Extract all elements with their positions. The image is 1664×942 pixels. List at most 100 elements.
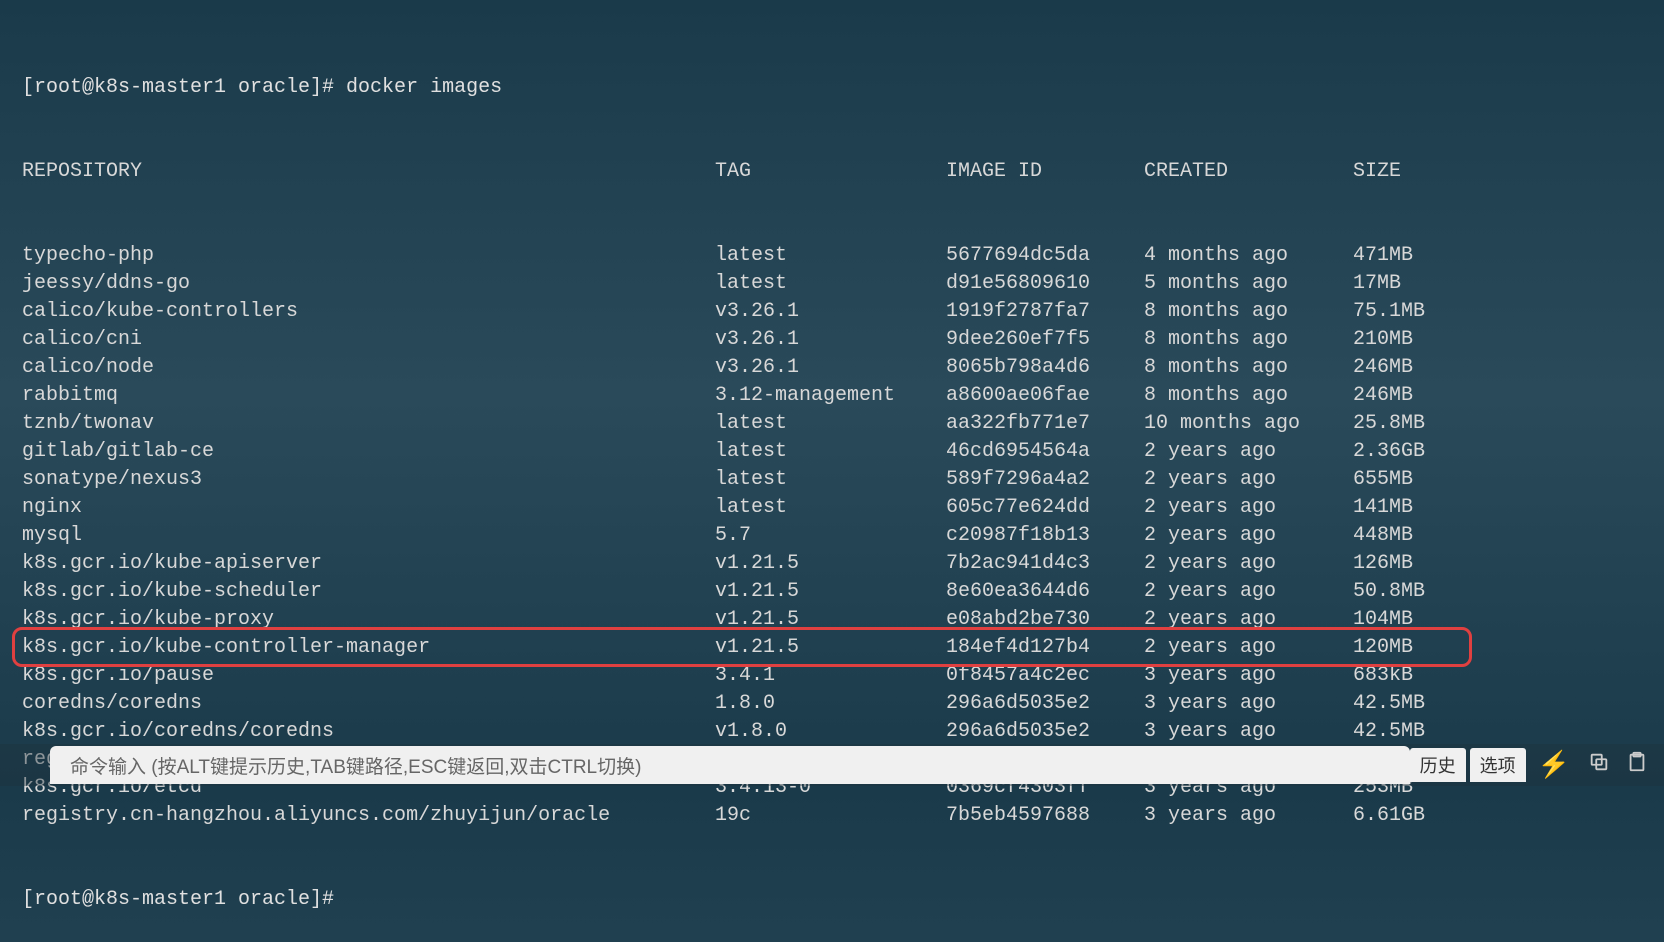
cell-repository: k8s.gcr.io/kube-proxy: [22, 606, 715, 634]
table-row: k8s.gcr.io/kube-schedulerv1.21.58e60ea36…: [22, 578, 1642, 606]
table-row: k8s.gcr.io/coredns/corednsv1.8.0296a6d50…: [22, 718, 1642, 746]
command-prompt-empty: [root@k8s-master1 oracle]#: [22, 886, 1642, 914]
cell-created: 8 months ago: [1144, 298, 1353, 326]
cell-size: 6.61GB: [1353, 802, 1425, 830]
cell-imageid: 46cd6954564a: [946, 438, 1144, 466]
cell-size: 683kB: [1353, 662, 1413, 690]
cell-imageid: a8600ae06fae: [946, 382, 1144, 410]
cell-imageid: 605c77e624dd: [946, 494, 1144, 522]
cell-tag: v1.21.5: [715, 634, 946, 662]
terminal-output[interactable]: [root@k8s-master1 oracle]# docker images…: [0, 0, 1664, 942]
cell-created: 2 years ago: [1144, 578, 1353, 606]
cell-created: 2 years ago: [1144, 494, 1353, 522]
cell-created: 2 years ago: [1144, 438, 1353, 466]
cell-repository: coredns/coredns: [22, 690, 715, 718]
cell-repository: calico/node: [22, 354, 715, 382]
table-row: calico/cniv3.26.19dee260ef7f58 months ag…: [22, 326, 1642, 354]
cell-created: 8 months ago: [1144, 354, 1353, 382]
cell-repository: rabbitmq: [22, 382, 715, 410]
cell-created: 2 years ago: [1144, 466, 1353, 494]
cell-repository: k8s.gcr.io/kube-scheduler: [22, 578, 715, 606]
table-row: nginxlatest605c77e624dd2 years ago141MB: [22, 494, 1642, 522]
cell-created: 3 years ago: [1144, 690, 1353, 718]
table-row: calico/nodev3.26.18065b798a4d68 months a…: [22, 354, 1642, 382]
cell-repository: mysql: [22, 522, 715, 550]
cell-tag: v3.26.1: [715, 298, 946, 326]
cell-tag: v1.21.5: [715, 606, 946, 634]
cell-tag: 3.12-management: [715, 382, 946, 410]
command-input[interactable]: 命令输入 (按ALT键提示历史,TAB键路径,ESC键返回,双击CTRL切换): [50, 746, 1410, 784]
cell-created: 3 years ago: [1144, 662, 1353, 690]
table-header: REPOSITORY TAG IMAGE ID CREATED SIZE: [22, 158, 1642, 186]
cell-imageid: 184ef4d127b4: [946, 634, 1144, 662]
cell-size: 104MB: [1353, 606, 1413, 634]
cell-tag: latest: [715, 242, 946, 270]
table-row: sonatype/nexus3latest589f7296a4a22 years…: [22, 466, 1642, 494]
cell-size: 42.5MB: [1353, 690, 1425, 718]
cell-tag: v1.21.5: [715, 550, 946, 578]
cell-repository: calico/cni: [22, 326, 715, 354]
header-created: CREATED: [1144, 158, 1353, 186]
header-repository: REPOSITORY: [22, 158, 715, 186]
paste-icon[interactable]: [1620, 751, 1654, 780]
cell-size: 42.5MB: [1353, 718, 1425, 746]
cell-tag: v1.8.0: [715, 718, 946, 746]
table-row: jeessy/ddns-golatestd91e568096105 months…: [22, 270, 1642, 298]
table-row: coredns/coredns1.8.0296a6d5035e23 years …: [22, 690, 1642, 718]
history-button[interactable]: 历史: [1410, 748, 1466, 782]
cell-repository: typecho-php: [22, 242, 715, 270]
cell-size: 17MB: [1353, 270, 1401, 298]
table-row: typecho-phplatest5677694dc5da4 months ag…: [22, 242, 1642, 270]
table-row: tznb/twonavlatestaa322fb771e710 months a…: [22, 410, 1642, 438]
cell-imageid: 589f7296a4a2: [946, 466, 1144, 494]
table-row: k8s.gcr.io/kube-controller-managerv1.21.…: [22, 634, 1642, 662]
cell-imageid: e08abd2be730: [946, 606, 1144, 634]
cell-created: 2 years ago: [1144, 634, 1353, 662]
cell-imageid: 5677694dc5da: [946, 242, 1144, 270]
cell-tag: latest: [715, 494, 946, 522]
cell-repository: k8s.gcr.io/pause: [22, 662, 715, 690]
cell-repository: k8s.gcr.io/kube-apiserver: [22, 550, 715, 578]
options-button[interactable]: 选项: [1470, 748, 1526, 782]
table-row: k8s.gcr.io/pause3.4.10f8457a4c2ec3 years…: [22, 662, 1642, 690]
header-size: SIZE: [1353, 158, 1401, 186]
cell-imageid: 8065b798a4d6: [946, 354, 1144, 382]
table-row: calico/kube-controllersv3.26.11919f2787f…: [22, 298, 1642, 326]
cell-created: 8 months ago: [1144, 382, 1353, 410]
cell-tag: 5.7: [715, 522, 946, 550]
cell-repository: tznb/twonav: [22, 410, 715, 438]
cell-repository: k8s.gcr.io/kube-controller-manager: [22, 634, 715, 662]
cell-imageid: 8e60ea3644d6: [946, 578, 1144, 606]
cell-size: 448MB: [1353, 522, 1413, 550]
cell-repository: gitlab/gitlab-ce: [22, 438, 715, 466]
cell-size: 50.8MB: [1353, 578, 1425, 606]
copy-icon[interactable]: [1582, 751, 1616, 780]
cell-created: 8 months ago: [1144, 326, 1353, 354]
cell-created: 3 years ago: [1144, 802, 1353, 830]
cell-tag: v3.26.1: [715, 354, 946, 382]
table-row: gitlab/gitlab-celatest46cd6954564a2 year…: [22, 438, 1642, 466]
cell-created: 3 years ago: [1144, 718, 1353, 746]
cell-repository: k8s.gcr.io/coredns/coredns: [22, 718, 715, 746]
cell-size: 25.8MB: [1353, 410, 1425, 438]
cell-tag: latest: [715, 466, 946, 494]
cell-size: 120MB: [1353, 634, 1413, 662]
cell-created: 2 years ago: [1144, 522, 1353, 550]
cell-size: 655MB: [1353, 466, 1413, 494]
cell-size: 246MB: [1353, 354, 1413, 382]
cell-repository: nginx: [22, 494, 715, 522]
table-row: k8s.gcr.io/kube-proxyv1.21.5e08abd2be730…: [22, 606, 1642, 634]
cell-imageid: 296a6d5035e2: [946, 690, 1144, 718]
cell-repository: sonatype/nexus3: [22, 466, 715, 494]
table-row: mysql5.7c20987f18b132 years ago448MB: [22, 522, 1642, 550]
cell-repository: jeessy/ddns-go: [22, 270, 715, 298]
cell-size: 126MB: [1353, 550, 1413, 578]
cell-size: 246MB: [1353, 382, 1413, 410]
cell-created: 2 years ago: [1144, 606, 1353, 634]
cell-tag: latest: [715, 438, 946, 466]
lightning-icon[interactable]: ⚡: [1530, 750, 1578, 781]
cell-imageid: d91e56809610: [946, 270, 1144, 298]
cell-tag: 1.8.0: [715, 690, 946, 718]
cell-repository: registry.cn-hangzhou.aliyuncs.com/zhuyij…: [22, 802, 715, 830]
cell-tag: v3.26.1: [715, 326, 946, 354]
